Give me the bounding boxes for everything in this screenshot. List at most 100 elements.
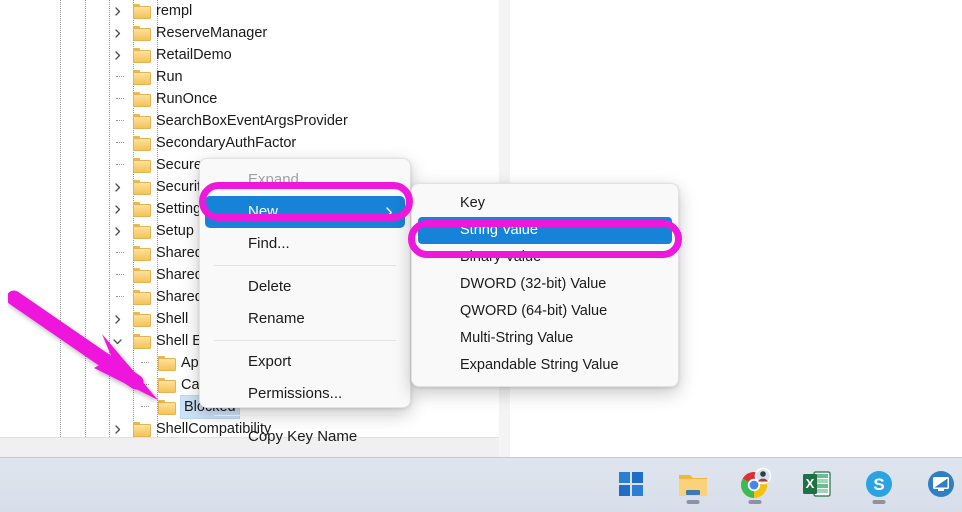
menu-separator [214,340,396,341]
folder-icon-wrapper [158,355,176,371]
folder-icon-wrapper [133,421,151,437]
submenu-item-label: Multi-String Value [460,330,574,346]
svg-text:S: S [873,475,884,494]
folder-icon-wrapper [133,267,151,283]
tree-leaf-connector [110,264,124,286]
folder-icon-wrapper [133,289,151,305]
chevron-right-icon[interactable] [110,220,124,242]
folder-icon-wrapper [133,201,151,217]
folder-icon-wrapper [133,245,151,261]
new-value-submenu[interactable]: Key String Value Binary Value DWORD (32-bit… [411,183,679,387]
taskbar-excel-button[interactable]: X [800,465,834,505]
chevron-right-icon [385,196,393,228]
folder-icon-wrapper [133,69,151,85]
folder-icon-wrapper [133,91,151,107]
menu-item-find[interactable]: Find... [205,228,405,260]
tree-item-label: RetailDemo [156,47,232,63]
folder-icon-wrapper [158,377,176,393]
menu-item-rename[interactable]: Rename [205,303,405,335]
start-icon [619,472,643,496]
taskbar-remote-display-button[interactable] [924,465,958,505]
svg-text:X: X [806,476,815,491]
tree-item-runonce[interactable]: RunOnce [0,88,499,110]
tree-item-label: Shell [156,311,189,327]
tree-leaf-connector [110,154,124,176]
skype-icon: S [866,471,892,497]
taskbar[interactable]: XS [0,458,962,512]
folder-icon-wrapper [133,223,151,239]
taskbar-running-indicator [686,500,700,504]
chrome-icon [741,467,772,498]
submenu-item-label: String Value [460,222,538,238]
chevron-right-icon[interactable] [110,0,124,22]
tree-leaf-connector [110,242,124,264]
menu-item-label: Delete [248,278,292,295]
folder-icon-wrapper [133,311,151,327]
tree-item-label: ReserveManager [156,25,268,41]
chevron-down-icon[interactable] [110,330,124,352]
submenu-item-multi-string-value[interactable]: Multi-String Value [418,325,672,352]
menu-item-permissions[interactable]: Permissions... [205,378,405,410]
menu-item-label: New [248,203,279,220]
submenu-item-dword-32-bit-value[interactable]: DWORD (32-bit) Value [418,271,672,298]
submenu-item-expandable-string-value[interactable]: Expandable String Value [418,352,672,379]
screen: rempl ReserveManager RetailDemo Run RunOnce S… [0,0,962,512]
chevron-right-icon[interactable] [110,44,124,66]
chevron-right-icon[interactable] [110,418,124,437]
tree-item-label: RunOnce [156,91,218,107]
tree-leaf-connector [135,374,149,396]
tree-leaf-connector [110,132,124,154]
submenu-item-label: DWORD (32-bit) Value [460,276,607,292]
menu-item-label: Expand [248,171,299,188]
menu-item-label: Permissions... [248,385,343,402]
folder-icon-wrapper [133,157,151,173]
tree-item-run[interactable]: Run [0,66,499,88]
tree-leaf-connector [110,286,124,308]
menu-item-new[interactable]: New [205,196,405,228]
tree-item-retaildemo[interactable]: RetailDemo [0,44,499,66]
submenu-item-key[interactable]: Key [418,190,672,217]
folder-icon-wrapper [133,135,151,151]
tree-item-label: Shared [156,245,203,261]
tree-item-label: SearchBoxEventArgsProvider [156,113,348,129]
folder-icon-wrapper [133,47,151,63]
submenu-item-binary-value[interactable]: Binary Value [418,244,672,271]
taskbar-file-explorer-button[interactable] [676,465,710,505]
submenu-item-string-value[interactable]: String Value [418,217,672,244]
excel-icon: X [803,471,831,497]
chevron-right-icon[interactable] [110,176,124,198]
tree-item-rempl[interactable]: rempl [0,0,499,22]
tree-item-label: SecondaryAuthFactor [156,135,297,151]
submenu-item-qword-64-bit-value[interactable]: QWORD (64-bit) Value [418,298,672,325]
folder-icon-wrapper [133,179,151,195]
tree-item-label: rempl [156,3,193,19]
folder-icon-wrapper [133,3,151,19]
remote-display-icon [928,471,954,497]
tree-item-secondaryauthfactor[interactable]: SecondaryAuthFactor [0,132,499,154]
menu-item-label: Rename [248,310,305,327]
menu-separator [214,415,396,416]
taskbar-skype-button[interactable]: S [862,465,896,505]
menu-item-export[interactable]: Export [205,346,405,378]
registry-key-context-menu[interactable]: Expand New Find... Delete Rename Export Permis… [199,158,411,445]
chevron-right-icon[interactable] [110,308,124,330]
taskbar-start-button[interactable] [614,465,648,505]
tree-leaf-connector [135,396,149,418]
chevron-right-icon[interactable] [110,22,124,44]
folder-icon-wrapper [158,399,176,415]
submenu-item-label: Binary Value [460,249,542,265]
submenu-item-label: Expandable String Value [460,357,619,373]
tree-leaf-connector [135,352,149,374]
menu-item-delete[interactable]: Delete [205,271,405,303]
taskbar-chrome-button[interactable] [738,465,772,505]
menu-item-copy-key-name[interactable]: Copy Key Name [205,421,405,453]
file-explorer-icon [679,475,707,496]
folder-icon-wrapper [133,333,151,349]
chevron-right-icon[interactable] [110,198,124,220]
tree-leaf-connector [110,110,124,132]
folder-icon-wrapper [133,113,151,129]
tree-item-searchboxeventargsprovider[interactable]: SearchBoxEventArgsProvider [0,110,499,132]
tree-item-label: Setup [156,223,194,239]
tree-item-reservemanager[interactable]: ReserveManager [0,22,499,44]
taskbar-running-indicator [872,500,886,504]
